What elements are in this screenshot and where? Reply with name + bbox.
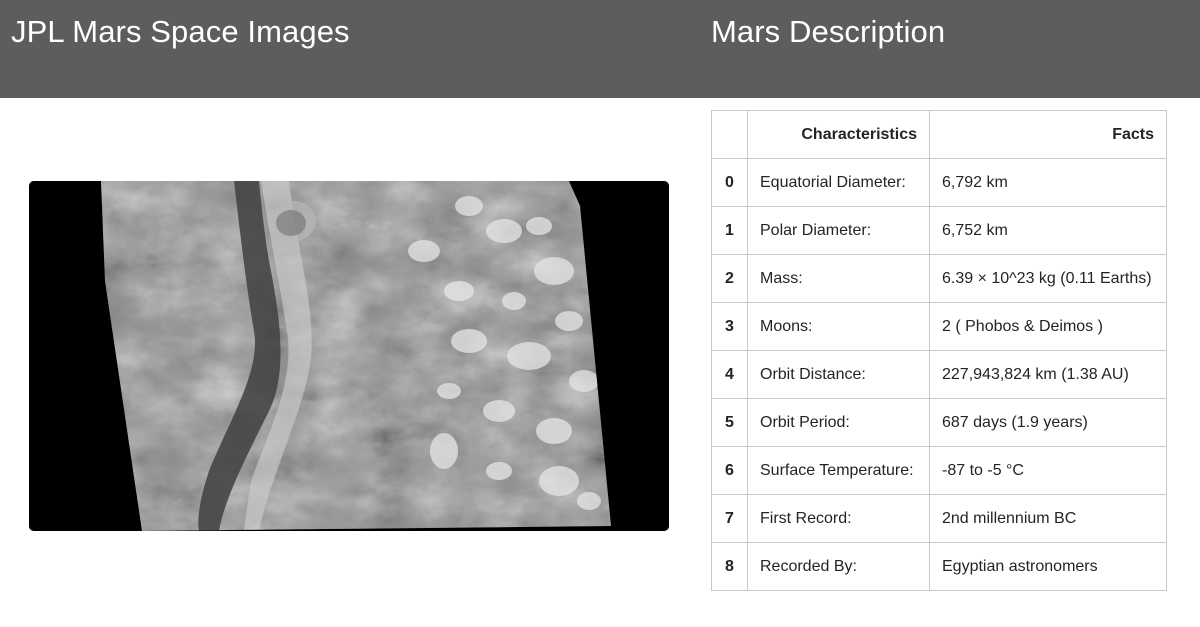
characteristic-cell: Orbit Period: [747,398,930,447]
table-row: 1 Polar Diameter: 6,752 km [711,206,1167,255]
characteristic-cell: Moons: [747,302,930,351]
fact-cell: 2nd millennium BC [929,494,1167,543]
index-column-header [711,110,748,159]
table-header-row: Characteristics Facts [711,110,1167,159]
characteristic-cell: Surface Temperature: [747,446,930,495]
fact-cell: 2 ( Phobos & Deimos ) [929,302,1167,351]
table-row: 5 Orbit Period: 687 days (1.9 years) [711,398,1167,447]
row-index: 7 [711,494,748,543]
fact-cell: Egyptian astronomers [929,542,1167,591]
fact-cell: 6,752 km [929,206,1167,255]
characteristic-cell: First Record: [747,494,930,543]
table-row: 3 Moons: 2 ( Phobos & Deimos ) [711,302,1167,351]
characteristic-cell: Recorded By: [747,542,930,591]
fact-cell: 227,943,824 km (1.38 AU) [929,350,1167,399]
images-title: JPL Mars Space Images [11,14,350,49]
row-index: 4 [711,350,748,399]
row-index: 6 [711,446,748,495]
mars-facts-table: Characteristics Facts 0 Equatorial Diame… [711,110,1167,591]
description-title: Mars Description [711,14,946,49]
row-index: 3 [711,302,748,351]
mars-terrain-graphic [29,181,669,531]
fact-cell: 687 days (1.9 years) [929,398,1167,447]
characteristic-cell: Mass: [747,254,930,303]
row-index: 8 [711,542,748,591]
row-index: 1 [711,206,748,255]
characteristics-column-header: Characteristics [747,110,930,159]
table-row: 0 Equatorial Diameter: 6,792 km [711,158,1167,207]
row-index: 2 [711,254,748,303]
featured-mars-image [29,181,669,531]
table-row: 8 Recorded By: Egyptian astronomers [711,542,1167,591]
row-index: 0 [711,158,748,207]
characteristic-cell: Polar Diameter: [747,206,930,255]
characteristic-cell: Orbit Distance: [747,350,930,399]
row-index: 5 [711,398,748,447]
table-row: 4 Orbit Distance: 227,943,824 km (1.38 A… [711,350,1167,399]
facts-column-header: Facts [929,110,1167,159]
fact-cell: 6,792 km [929,158,1167,207]
table-row: 6 Surface Temperature: -87 to -5 °C [711,446,1167,495]
fact-cell: -87 to -5 °C [929,446,1167,495]
fact-cell: 6.39 × 10^23 kg (0.11 Earths) [929,254,1167,303]
table-row: 2 Mass: 6.39 × 10^23 kg (0.11 Earths) [711,254,1167,303]
characteristic-cell: Equatorial Diameter: [747,158,930,207]
table-row: 7 First Record: 2nd millennium BC [711,494,1167,543]
